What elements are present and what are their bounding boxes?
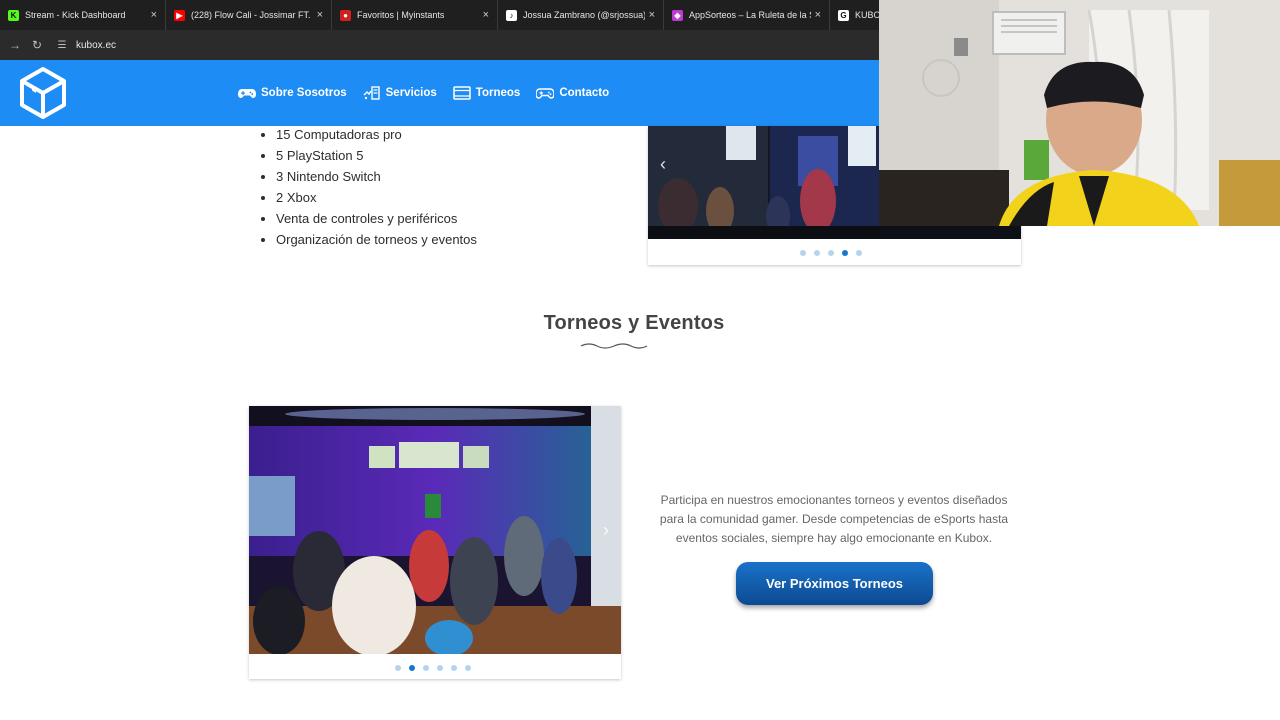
close-tab-icon[interactable]: × xyxy=(815,9,821,21)
services-icon xyxy=(363,86,380,100)
nav-label: Contacto xyxy=(559,87,610,99)
carousel-dot[interactable] xyxy=(800,250,806,256)
carousel-indicators xyxy=(800,250,862,256)
carousel-dot[interactable] xyxy=(423,665,429,671)
main-nav: Sobre Sosotros Servicios Torneos Contact… xyxy=(238,60,609,126)
browser-address-bar: → ↻ ☰ kubox.ec xyxy=(0,30,880,60)
carousel-dot[interactable] xyxy=(828,250,834,256)
list-item: 5 PlayStation 5 xyxy=(276,145,477,166)
events-carousel: › xyxy=(249,406,621,679)
features-list: 15 Computadoras pro 5 PlayStation 5 3 Ni… xyxy=(262,124,477,250)
events-photo: › xyxy=(249,406,621,654)
browser-tab-bar: K Stream - Kick Dashboard × ▶ (228) Flow Cal… xyxy=(0,0,880,30)
list-item: Venta de controles y periféricos xyxy=(276,208,477,229)
title-divider-icon xyxy=(580,343,648,349)
browser-tab[interactable]: ♪ Jossua Zambrano (@srjossua) | × xyxy=(498,0,664,30)
carousel-prev-icon[interactable]: ‹ xyxy=(660,154,666,175)
tab-title: Favoritos | Myinstants xyxy=(357,10,445,20)
myinstants-icon: ● xyxy=(340,9,351,21)
tab-title: AppSorteos – La Ruleta de la Su xyxy=(689,10,811,20)
carousel-next-icon[interactable]: › xyxy=(603,520,609,541)
nav-item-servicios[interactable]: Servicios xyxy=(363,86,437,100)
nav-label: Sobre Sosotros xyxy=(261,87,347,99)
tab-title: Stream - Kick Dashboard xyxy=(25,10,126,20)
list-item: 3 Nintendo Switch xyxy=(276,166,477,187)
carousel-dot[interactable] xyxy=(395,665,401,671)
url-field[interactable]: kubox.ec xyxy=(76,40,116,51)
forward-icon[interactable]: → xyxy=(4,34,26,56)
tab-title: (228) Flow Cali - Jossimar FT. Sc xyxy=(191,10,313,20)
close-tab-icon[interactable]: × xyxy=(649,9,655,21)
gamepad-icon xyxy=(238,89,256,98)
view-tournaments-button[interactable]: Ver Próximos Torneos xyxy=(736,562,933,605)
carousel-dot[interactable] xyxy=(814,250,820,256)
monitor-icon xyxy=(453,86,471,100)
browser-tab[interactable]: ▶ (228) Flow Cali - Jossimar FT. Sc × xyxy=(166,0,332,30)
nav-label: Servicios xyxy=(385,87,437,99)
carousel-dot[interactable] xyxy=(856,250,862,256)
events-description: Participa en nuestros emocionantes torne… xyxy=(659,493,1009,545)
nav-item-torneos[interactable]: Torneos xyxy=(453,86,521,100)
controller-icon xyxy=(536,88,555,99)
appsorteos-icon: ◆ xyxy=(672,9,683,21)
tab-title: KUBOX xyxy=(855,10,880,20)
carousel-dot[interactable] xyxy=(437,665,443,671)
nav-label: Torneos xyxy=(475,87,521,99)
webcam-overlay xyxy=(879,0,1280,226)
carousel-dot[interactable] xyxy=(451,665,457,671)
browser-tab[interactable]: G KUBOX xyxy=(830,0,880,30)
carousel-dot[interactable] xyxy=(842,250,848,256)
list-item: 2 Xbox xyxy=(276,187,477,208)
google-icon: G xyxy=(838,9,849,21)
list-item: Organización de torneos y eventos xyxy=(276,229,477,250)
tiktok-icon: ♪ xyxy=(506,9,517,21)
kubox-logo-icon[interactable] xyxy=(14,64,72,122)
site-header: Sobre Sosotros Servicios Torneos Contact… xyxy=(0,60,880,126)
carousel-dot[interactable] xyxy=(465,665,471,671)
section-title: Torneos y Eventos xyxy=(543,312,725,334)
carousel-dot[interactable] xyxy=(409,665,415,671)
browser-tab[interactable]: K Stream - Kick Dashboard × xyxy=(0,0,166,30)
tab-title: Jossua Zambrano (@srjossua) | xyxy=(523,10,645,20)
close-tab-icon[interactable]: × xyxy=(317,9,323,21)
nav-item-sobre-nosotros[interactable]: Sobre Sosotros xyxy=(238,86,347,100)
kick-icon: K xyxy=(8,9,19,21)
site-info-icon[interactable]: ☰ xyxy=(54,37,70,53)
browser-tab[interactable]: ● Favoritos | Myinstants × xyxy=(332,0,498,30)
browser-tab[interactable]: ◆ AppSorteos – La Ruleta de la Su × xyxy=(664,0,830,30)
reload-icon[interactable]: ↻ xyxy=(26,34,48,56)
close-tab-icon[interactable]: × xyxy=(151,9,157,21)
close-tab-icon[interactable]: × xyxy=(483,9,489,21)
nav-item-contacto[interactable]: Contacto xyxy=(536,86,609,100)
carousel-indicators xyxy=(395,665,471,671)
youtube-icon: ▶ xyxy=(174,9,185,21)
list-item: 15 Computadoras pro xyxy=(276,124,477,145)
